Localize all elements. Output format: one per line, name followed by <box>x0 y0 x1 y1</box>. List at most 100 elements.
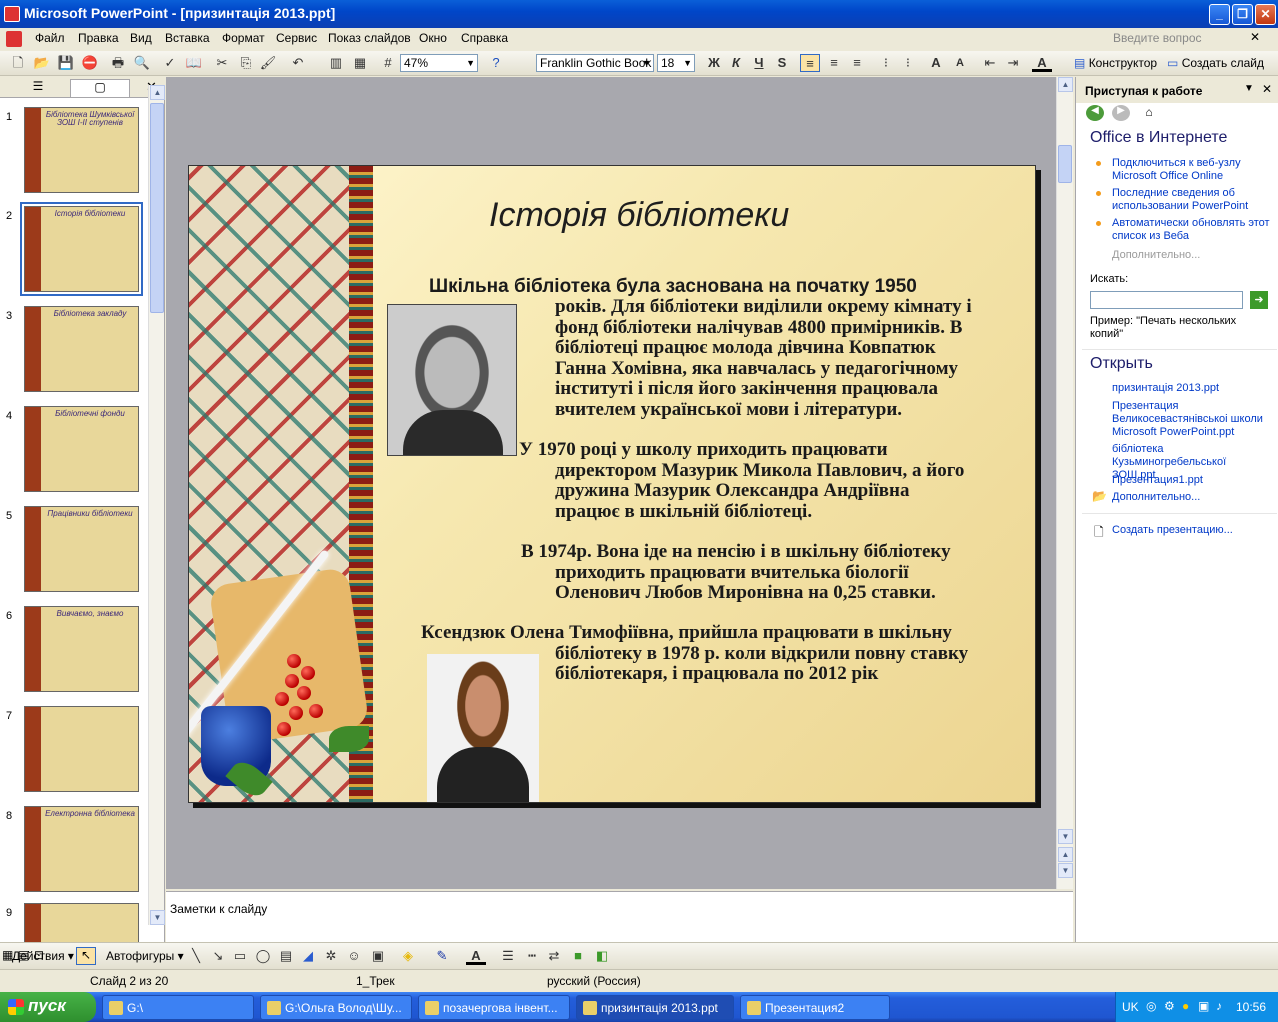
document-icon[interactable] <box>6 31 22 47</box>
recent-file[interactable]: Презентация Великосевастянівськоі школи … <box>1112 400 1272 439</box>
help-icon[interactable]: ? <box>486 54 506 72</box>
numbering-icon[interactable]: ⁝ <box>876 54 896 72</box>
font-size-select[interactable]: 18 ▼ <box>657 54 695 72</box>
bold-button[interactable]: Ж <box>704 54 724 72</box>
link-auto-update[interactable]: Автоматически обновлять этот список из В… <box>1112 217 1272 243</box>
task-pane-title[interactable]: Приступая к работе <box>1085 84 1202 98</box>
increase-indent-icon[interactable]: ⇥ <box>1003 54 1023 72</box>
slide-thumbnail[interactable]: Історія бібліотеки <box>20 202 143 296</box>
research-icon[interactable]: 📖 <box>184 54 204 72</box>
powerpoint-icon[interactable] <box>4 6 20 22</box>
new-slide-button[interactable]: ▭ Создать слайд <box>1167 56 1264 70</box>
italic-button[interactable]: К <box>726 54 746 72</box>
menu-window[interactable]: Окно <box>419 31 447 45</box>
taskbar-item[interactable]: G:\ <box>102 995 254 1020</box>
decrease-indent-icon[interactable]: ⇤ <box>980 54 1000 72</box>
align-center-icon[interactable]: ≡ <box>824 54 844 72</box>
open-more-link[interactable]: Дополнительно... <box>1112 491 1272 504</box>
scroll-down-icon[interactable]: ▼ <box>150 910 165 925</box>
slide-thumbnail[interactable]: Працівники бібліотеки <box>24 506 139 592</box>
decrease-font-icon[interactable]: A <box>950 54 970 72</box>
language-indicator[interactable]: UK <box>1122 1000 1139 1014</box>
arrow-icon[interactable]: ↘ <box>208 947 228 965</box>
slide-title[interactable]: Історія бібліотеки <box>489 196 889 235</box>
slide-thumbnail[interactable] <box>24 706 139 792</box>
shadow-style-icon[interactable]: ■ <box>568 947 588 965</box>
increase-font-icon[interactable]: A <box>926 54 946 72</box>
current-slide[interactable]: Історія бібліотеки Шкільна бібліотека бу… <box>188 165 1036 803</box>
designer-button[interactable]: ▤ Конструктор <box>1074 56 1157 70</box>
keyboard-icon[interactable]: ▣ <box>1198 999 1209 1013</box>
create-presentation-link[interactable]: Создать презентацию... <box>1112 524 1272 537</box>
align-left-icon[interactable]: ≡ <box>800 54 820 72</box>
slide-thumbnail[interactable]: Бібліотека закладу <box>24 306 139 392</box>
scroll-up-icon[interactable]: ▲ <box>150 85 165 100</box>
search-go-icon[interactable]: ➜ <box>1250 291 1268 309</box>
undo-icon[interactable]: ↶ <box>288 54 308 72</box>
copy-icon[interactable]: ⎘ <box>236 54 256 72</box>
slides-scrollbar[interactable]: ▲ ▼ <box>148 85 165 925</box>
slide-thumbnail[interactable]: Бібліотечні фонди <box>24 406 139 492</box>
wordart-icon[interactable]: ◢ <box>298 947 318 965</box>
volume-icon[interactable]: ♪ <box>1216 999 1222 1013</box>
font-color-icon[interactable]: A <box>1032 54 1052 72</box>
rectangle-icon[interactable]: ▭ <box>230 947 250 965</box>
tray-icon[interactable]: ● <box>1182 999 1189 1013</box>
3d-style-icon[interactable]: ◧ <box>592 947 612 965</box>
line-icon[interactable]: ╲ <box>186 947 206 965</box>
oval-icon[interactable]: ◯ <box>253 947 273 965</box>
picture-icon[interactable]: ▣ <box>368 947 388 965</box>
menu-file[interactable]: Файл <box>35 31 65 45</box>
insert-chart-icon[interactable]: ▥ <box>326 54 346 72</box>
spelling-icon[interactable]: ✓ <box>160 54 180 72</box>
autoshapes-menu[interactable]: Автофигуры ▾ <box>106 949 184 963</box>
slide-paragraph-2[interactable]: У 1970 році у школу приходить працювати д… <box>519 439 1029 522</box>
slide-paragraph-4[interactable]: Ксендзюк Олена Тимофіївна, прийшла працю… <box>421 622 1033 685</box>
close-doc-icon[interactable]: ✕ <box>1250 30 1260 44</box>
taskbar-item[interactable]: G:\Ольга Волод\Шу... <box>260 995 412 1020</box>
select-pointer-icon[interactable]: ↖ <box>76 947 96 965</box>
underline-button[interactable]: Ч <box>749 54 769 72</box>
search-input[interactable] <box>1090 291 1243 309</box>
maximize-button[interactable]: ❐ <box>1232 4 1253 25</box>
grid-icon[interactable]: # <box>378 54 398 72</box>
slide-thumbnail[interactable]: Бібліотека Шумківської ЗОШ І-ІІ ступенів <box>24 107 139 193</box>
menu-slideshow[interactable]: Показ слайдов <box>328 31 411 45</box>
recent-file[interactable]: Презентация1.ppt <box>1112 474 1272 487</box>
align-right-icon[interactable]: ≡ <box>847 54 867 72</box>
open-icon[interactable]: 📂 <box>32 54 52 72</box>
new-icon[interactable]: 🗋 <box>8 54 28 72</box>
minimize-button[interactable]: _ <box>1209 4 1230 25</box>
bullets-icon[interactable]: ⁝ <box>898 54 918 72</box>
menu-view[interactable]: Вид <box>130 31 152 45</box>
link-office-online[interactable]: Подключиться к веб-узлу Microsoft Office… <box>1112 157 1272 183</box>
next-slide-icon[interactable]: ▼ <box>1058 863 1073 878</box>
font-name-select[interactable]: Franklin Gothic Book ▼ <box>536 54 654 72</box>
clipart-icon[interactable]: ☺ <box>344 947 364 965</box>
network-icon[interactable]: ◎ <box>1146 999 1156 1013</box>
slide-thumbnail[interactable]: Електронна бібліотека <box>24 806 139 892</box>
zoom-select[interactable]: 47% ▼ <box>400 54 478 72</box>
notes-pane[interactable]: Заметки к слайду <box>166 891 1073 942</box>
line-style-icon[interactable]: ☰ <box>498 947 518 965</box>
link-latest-news[interactable]: Последние сведения об использовании Powe… <box>1112 187 1272 213</box>
save-icon[interactable]: 💾 <box>56 54 76 72</box>
scroll-up-icon[interactable]: ▲ <box>1058 77 1073 92</box>
taskbar-item[interactable]: позачергова інвент... <box>418 995 570 1020</box>
previous-slide-icon[interactable]: ▲ <box>1058 847 1073 862</box>
home-icon[interactable]: ⌂ <box>1140 105 1158 121</box>
start-button[interactable]: пуск <box>0 992 96 1022</box>
slide-paragraph-1[interactable]: років. Для бібліотеки виділили окрему кі… <box>555 296 1035 420</box>
slide-thumbnail[interactable]: Вивчаємо, знаємо <box>24 606 139 692</box>
back-icon[interactable]: ◀ <box>1086 105 1104 121</box>
close-icon[interactable]: ✕ <box>1262 82 1272 96</box>
close-button[interactable]: ✕ <box>1255 4 1276 25</box>
chevron-down-icon[interactable]: ▼ <box>1244 83 1254 94</box>
menu-help[interactable]: Справка <box>461 31 508 45</box>
print-preview-icon[interactable]: 🔍 <box>132 54 152 72</box>
menu-tools[interactable]: Сервис <box>276 31 317 45</box>
actions-menu[interactable]: Действия ▾ <box>12 949 74 963</box>
line-color-icon[interactable]: ✎ <box>432 947 452 965</box>
security-icon[interactable]: ⚙ <box>1164 999 1175 1013</box>
slide-paragraph-3[interactable]: В 1974р. Вона іде на пенсію і в шкільну … <box>521 541 1031 604</box>
